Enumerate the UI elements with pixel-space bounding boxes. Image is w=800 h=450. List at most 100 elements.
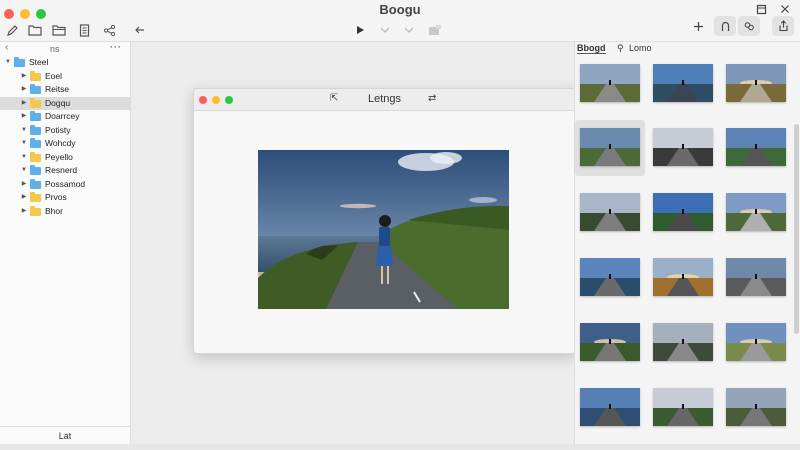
- share-icon[interactable]: [101, 22, 117, 38]
- sidebar-item-label: Steel: [29, 57, 49, 67]
- thumbnail-image: [653, 128, 713, 166]
- expand-icon[interactable]: ⇄: [428, 93, 436, 104]
- search-icon[interactable]: ⚲: [617, 43, 624, 54]
- thumbnail[interactable]: [648, 380, 718, 436]
- thumbnail-tabs: Bbogd ⚲ Lomo: [575, 42, 800, 56]
- thumbnail-image: [726, 388, 786, 426]
- chevron-down-icon[interactable]: [377, 22, 393, 38]
- sidebar-item[interactable]: ▶ Eoel: [0, 70, 130, 84]
- thumbnail-image: [726, 128, 786, 166]
- thumbnail[interactable]: [575, 185, 645, 241]
- thumbnail[interactable]: [721, 250, 791, 306]
- thumbnail-image: [580, 193, 640, 231]
- chevron-down-icon[interactable]: [401, 22, 417, 38]
- chevron-right-icon[interactable]: ▶: [20, 191, 28, 205]
- sidebar: ‹ ns ··· ▼ Steel ▶ Eoel ▶ Reitse ▶ Dogqu ▶ Doarrc…: [0, 42, 131, 444]
- sidebar-footer[interactable]: Lat: [0, 426, 130, 444]
- folder-icon: [30, 205, 41, 216]
- image-viewer-window[interactable]: ⇱ Letngs ⇄: [193, 88, 576, 354]
- title-bar: Boogu: [0, 0, 800, 42]
- folder-icon: [30, 84, 41, 94]
- thumbnail[interactable]: [648, 315, 718, 371]
- window-title: Boogu: [379, 2, 421, 17]
- folder-icon: [30, 192, 41, 202]
- chevron-down-icon[interactable]: ▼: [20, 137, 28, 151]
- plus-icon[interactable]: [687, 16, 709, 36]
- chevron-down-icon[interactable]: ▼: [20, 124, 28, 138]
- sidebar-item[interactable]: ▶ Dogqu: [0, 96, 130, 111]
- back-arrow-icon[interactable]: [132, 22, 148, 38]
- people-icon[interactable]: [738, 16, 760, 36]
- thumbnail-image: [726, 193, 786, 231]
- thumbnail[interactable]: [575, 315, 645, 371]
- sidebar-item[interactable]: ▼ Steel: [0, 56, 130, 70]
- folder-icon: [30, 111, 41, 121]
- sidebar-item[interactable]: ▶ Reitse: [0, 83, 130, 97]
- play-icon[interactable]: [352, 22, 368, 38]
- thumbnail[interactable]: [721, 120, 791, 176]
- scrollbar-thumb[interactable]: [794, 124, 799, 334]
- folder-icon[interactable]: [27, 22, 43, 38]
- chevron-right-icon[interactable]: ▶: [20, 97, 28, 111]
- folder-icon: [30, 178, 41, 189]
- chevron-left-icon[interactable]: ‹: [5, 42, 8, 53]
- sidebar-item-label: Resnerd: [45, 165, 78, 175]
- thumbnail-image: [726, 323, 786, 361]
- thumbnail[interactable]: [648, 120, 718, 176]
- thumbnail[interactable]: [575, 250, 645, 306]
- image-viewer-titlebar[interactable]: ⇱ Letngs ⇄: [194, 89, 575, 111]
- main-photo: [258, 150, 509, 309]
- tab-bbogd[interactable]: Bbogd: [577, 43, 606, 54]
- folder-icon: [30, 97, 41, 108]
- sidebar-item[interactable]: ▶ Possamod: [0, 178, 130, 192]
- sidebar-item[interactable]: ▶ Bhor: [0, 205, 130, 219]
- document-icon[interactable]: [76, 22, 92, 38]
- share-icon[interactable]: [772, 16, 794, 36]
- image-icon[interactable]: [427, 22, 443, 38]
- tab-lomo[interactable]: Lomo: [629, 43, 652, 53]
- sidebar-item[interactable]: ▼ Resnerd: [0, 164, 130, 178]
- chevron-down-icon[interactable]: ▼: [20, 151, 28, 165]
- sidebar-header-label: ns: [50, 44, 60, 54]
- sidebar-item[interactable]: ▶ Prvos: [0, 191, 130, 205]
- chevron-down-icon[interactable]: ▼: [4, 56, 12, 70]
- pencil-icon[interactable]: [4, 22, 20, 38]
- thumbnail[interactable]: [721, 56, 791, 112]
- thumbnail[interactable]: [575, 56, 645, 112]
- chevron-right-icon[interactable]: ▶: [20, 83, 28, 97]
- sidebar-item[interactable]: ▼ Wohcdy: [0, 137, 130, 151]
- chevron-right-icon[interactable]: ▶: [20, 110, 28, 124]
- thumbnail[interactable]: [721, 315, 791, 371]
- thumbnail[interactable]: [648, 250, 718, 306]
- sidebar-item[interactable]: ▼ Peyello: [0, 151, 130, 165]
- chevron-right-icon[interactable]: ▶: [20, 178, 28, 192]
- chevron-right-icon[interactable]: ▶: [20, 70, 28, 84]
- thumbnail-image: [726, 64, 786, 102]
- sidebar-item-label: Possamod: [45, 178, 86, 189]
- folder-tree: ▼ Steel ▶ Eoel ▶ Reitse ▶ Dogqu ▶ Doarrcey ▼ Potist…: [0, 56, 130, 218]
- window-icon[interactable]: [750, 0, 772, 19]
- more-icon[interactable]: ···: [110, 42, 122, 52]
- chevron-right-icon[interactable]: ▶: [20, 205, 28, 219]
- thumbnail-image: [653, 388, 713, 426]
- folder-icon: [30, 138, 41, 148]
- sidebar-item-label: Potisty: [45, 124, 71, 135]
- folder-icon: [30, 124, 41, 135]
- thumbnail[interactable]: [648, 185, 718, 241]
- sidebar-item[interactable]: ▶ Doarrcey: [0, 110, 130, 124]
- sidebar-item-label: Dogqu: [45, 97, 71, 108]
- thumbnail[interactable]: [575, 120, 645, 176]
- thumbnail[interactable]: [721, 380, 791, 436]
- thumbnail[interactable]: [575, 380, 645, 436]
- sidebar-item-label: Bhor: [45, 205, 63, 216]
- folder-icon[interactable]: [51, 22, 67, 38]
- thumbnail[interactable]: [648, 56, 718, 112]
- thumbnail-image: [653, 323, 713, 361]
- thumbnail-image: [580, 323, 640, 361]
- thumbnail[interactable]: [721, 185, 791, 241]
- sidebar-item[interactable]: ▼ Potisty: [0, 124, 130, 138]
- sidebar-item-label: Peyello: [45, 151, 73, 162]
- lock-icon[interactable]: [714, 16, 736, 36]
- chevron-down-icon[interactable]: ▼: [20, 164, 28, 178]
- thumbnail-image: [653, 64, 713, 102]
